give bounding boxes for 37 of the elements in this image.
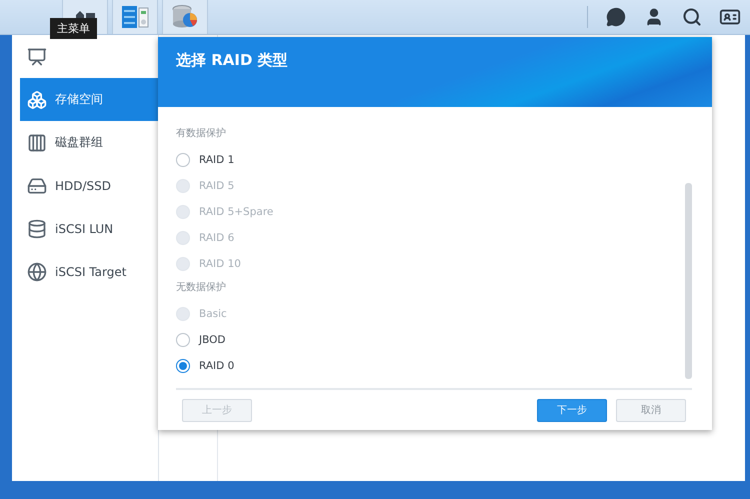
radio-button[interactable] [176,333,190,347]
radio-label: RAID 5 [199,180,234,192]
dialog-title: 选择 RAID 类型 [176,51,288,69]
hard-drive-icon [27,176,47,196]
radio-label: RAID 1 [199,154,234,166]
radio-label: Basic [199,308,227,320]
search-icon [682,7,702,27]
radio-button[interactable] [176,359,190,373]
globe-icon [27,262,47,282]
dashboard-icon [27,46,47,66]
radio-label: RAID 0 [199,360,234,372]
scrollbar[interactable] [685,183,692,379]
tooltip: 主菜单 [50,18,97,39]
cubes-icon [27,90,47,110]
group-label: 无数据保护 [176,280,227,295]
radio-label: RAID 6 [199,232,234,244]
radio-button[interactable] [176,153,190,167]
sidebar-item-label: 存储空间 [55,91,103,108]
group-label: 有数据保护 [176,126,227,141]
chat-button[interactable] [604,5,628,29]
sidebar-item-label: HDD/SSD [55,178,112,192]
radio-label: RAID 10 [199,258,241,270]
chat-icon [606,7,626,27]
sidebar-item[interactable]: 存储空间 [20,78,158,121]
sidebar-item-label: 磁盘群组 [55,134,103,151]
sidebar-item[interactable]: HDD/SSD [20,164,158,207]
sidebar-item-label: iSCSI Target [55,264,126,278]
storage-panel-icon [121,5,149,29]
sidebar-item[interactable]: iSCSI Target [20,250,158,293]
database-icon [27,218,47,238]
radio-label: RAID 5+Spare [199,206,274,218]
sidebar-item-label: iSCSI LUN [55,222,114,236]
columns-icon [27,132,47,152]
sidebar-item[interactable]: 磁盘群组 [20,121,158,164]
sidebar-item[interactable]: iSCSI LUN [20,207,158,250]
radio-label: JBOD [199,334,226,346]
disk-chart-icon [171,4,199,30]
